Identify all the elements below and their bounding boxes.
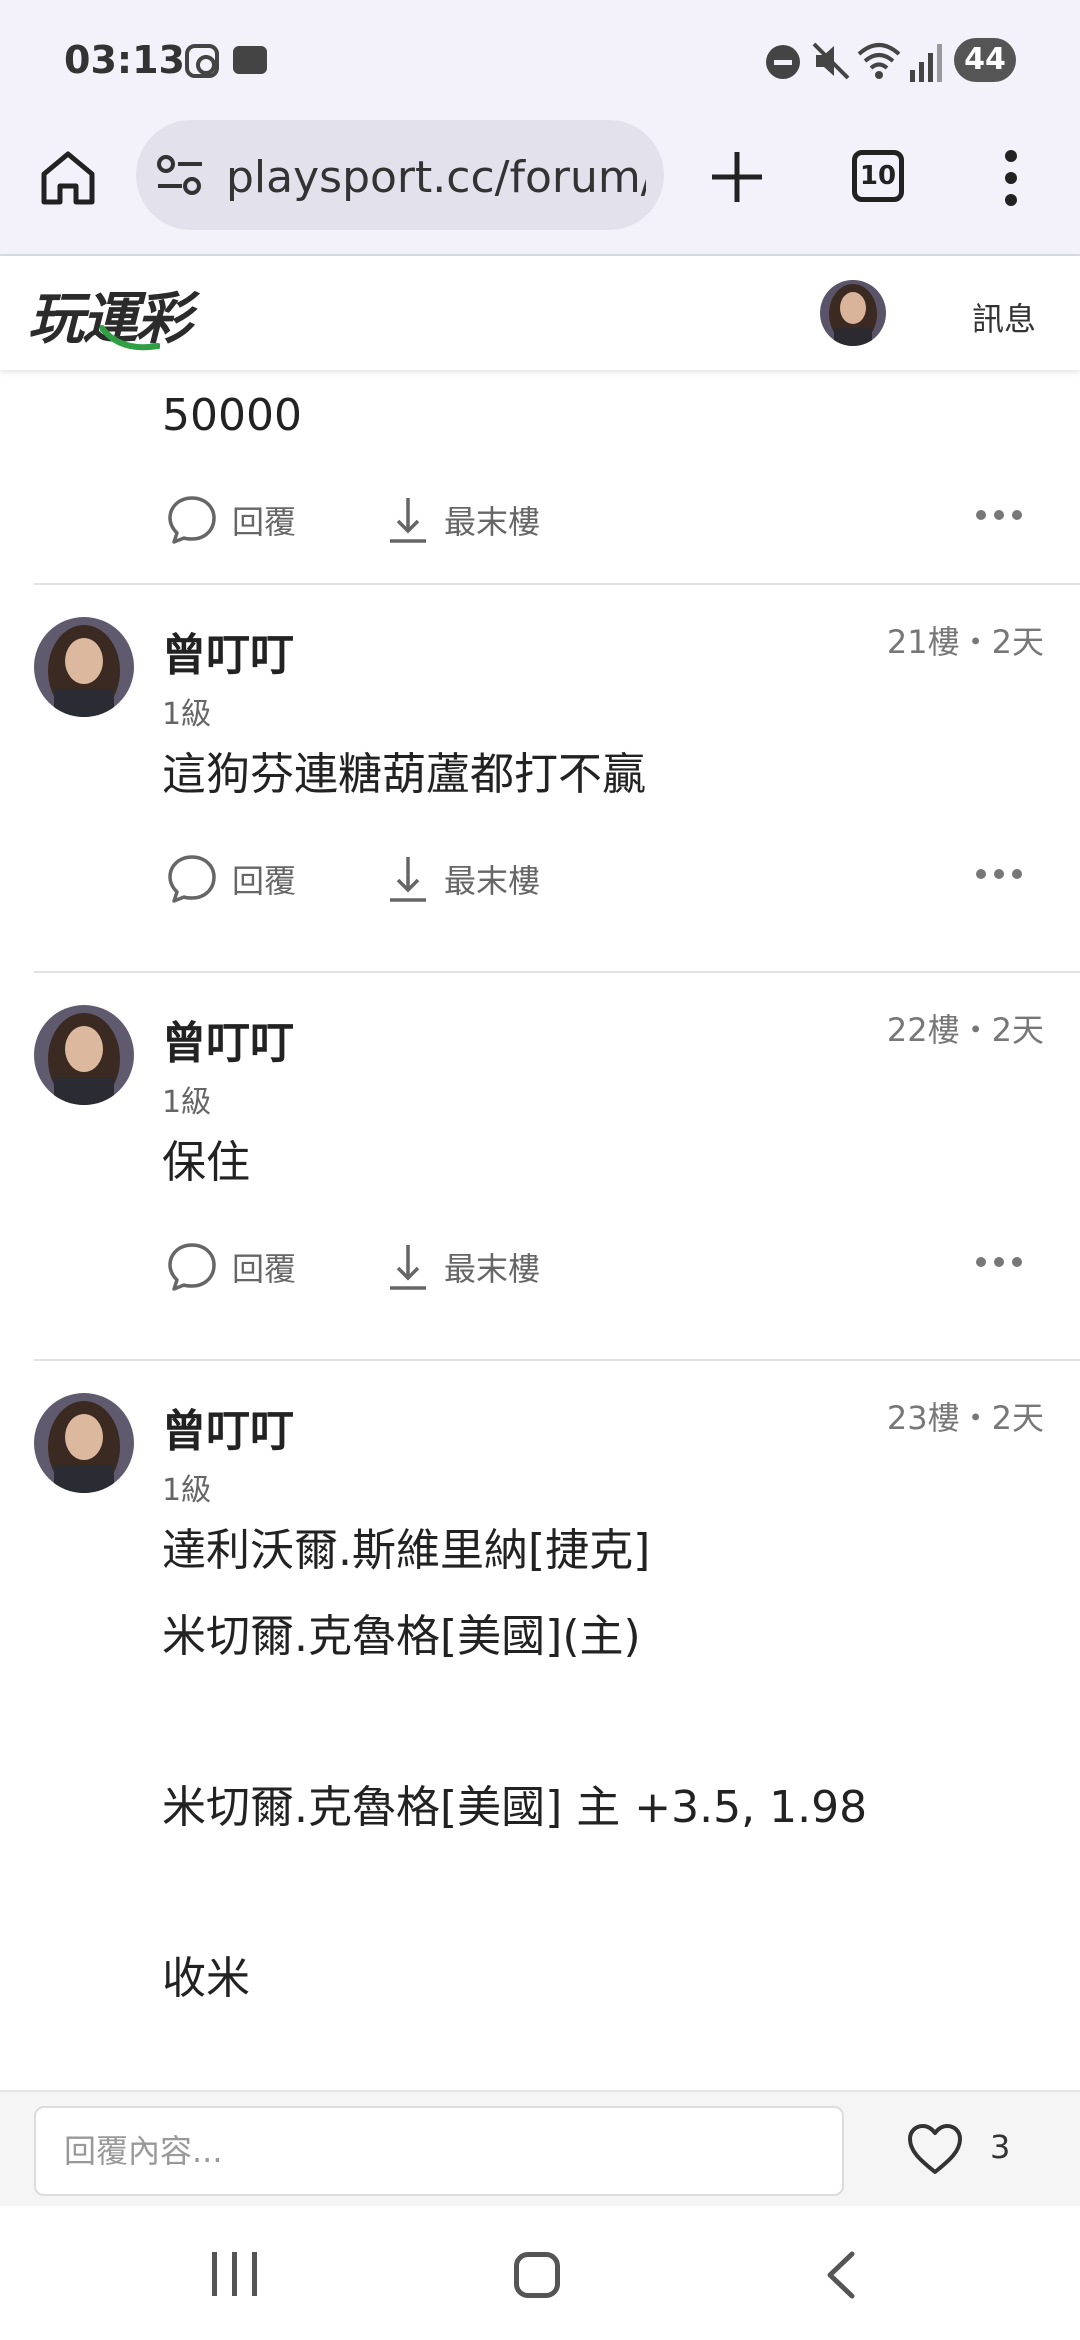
mute-icon: [812, 42, 850, 80]
user-level: 1級: [162, 697, 212, 732]
comment-icon: [168, 496, 216, 544]
address-bar[interactable]: playsport.cc/forum/p: [136, 120, 664, 230]
post-text: 50000: [162, 390, 302, 441]
username[interactable]: 曾叮叮: [162, 619, 294, 683]
last-floor-button[interactable]: 最末樓: [386, 1239, 540, 1295]
avatar[interactable]: [34, 617, 134, 717]
signal-icon: [910, 44, 942, 82]
last-floor-button[interactable]: 最末樓: [386, 492, 540, 548]
post-meta: 21樓・2天: [886, 623, 1044, 661]
messages-link[interactable]: 訊息: [972, 294, 1036, 340]
avatar[interactable]: [34, 1005, 134, 1105]
post-text-line: 米切爾.克魯格[美國] 主 +3.5, 1.98: [162, 1782, 868, 1833]
reply-label: 回覆: [232, 503, 297, 541]
status-bar: 03:13 44: [0, 0, 1080, 120]
username[interactable]: 曾叮叮: [162, 1007, 294, 1071]
tab-switcher-button[interactable]: 10: [852, 150, 904, 202]
more-horiz-icon[interactable]: [976, 865, 1022, 885]
battery-icon: 44: [954, 38, 1016, 82]
avatar[interactable]: [820, 280, 886, 346]
post-actions: 回覆 最末樓: [166, 492, 1046, 548]
post: 曾叮叮 1級 23樓・2天 達利沃爾.斯維里納[捷克] 米切爾.克魯格[美國](…: [0, 1361, 1080, 2090]
last-floor-label: 最末樓: [444, 503, 541, 541]
logo-swoosh-icon: [100, 325, 160, 351]
site-settings-icon[interactable]: [156, 154, 204, 196]
more-horiz-icon[interactable]: [976, 1253, 1022, 1273]
comment-icon: [168, 1243, 216, 1291]
post: 50000 回覆 最末樓: [0, 370, 1080, 588]
wifi-icon: [857, 43, 901, 79]
download-icon: [390, 1245, 426, 1290]
reply-label: 回覆: [232, 1250, 297, 1288]
post-text: 保住: [162, 1137, 250, 1188]
browser-toolbar: playsport.cc/forum/p 10: [0, 120, 1080, 256]
post-meta: 22樓・2天: [886, 1011, 1044, 1049]
reply-bar: 回覆內容... 3: [0, 2090, 1080, 2206]
like-count: 3: [990, 2128, 1011, 2166]
home-icon[interactable]: [36, 146, 100, 210]
user-level: 1級: [162, 1085, 212, 1120]
recents-icon[interactable]: [212, 2252, 258, 2296]
message-icon: [233, 46, 267, 74]
reply-button[interactable]: 回覆: [166, 492, 296, 548]
avatar[interactable]: [34, 1393, 134, 1493]
post-text-line: 達利沃爾.斯維里納[捷克]: [162, 1525, 651, 1576]
post-actions: 回覆 最末樓: [166, 851, 1046, 907]
post-text-line: 米切爾.克魯格[美國](主): [162, 1611, 641, 1662]
download-icon: [390, 857, 426, 902]
post-meta: 23樓・2天: [886, 1399, 1044, 1437]
reply-input[interactable]: 回覆內容...: [34, 2106, 844, 2196]
reply-button[interactable]: 回覆: [166, 851, 296, 907]
user-level: 1級: [162, 1473, 212, 1508]
home-nav-icon[interactable]: [514, 2252, 560, 2298]
post-actions: 回覆 最末樓: [166, 1239, 1046, 1295]
last-floor-label: 最末樓: [444, 862, 541, 900]
back-icon[interactable]: [820, 2250, 860, 2300]
post-text: 這狗芬連糖葫蘆都打不贏: [162, 749, 646, 800]
thread-content: 50000 回覆 最末樓 曾叮叮 1級 21樓・2天 這狗芬連糖葫蘆都打不贏 回…: [0, 370, 1080, 2090]
last-floor-label: 最末樓: [444, 1250, 541, 1288]
post-text-line: 收米: [162, 1953, 250, 2004]
dnd-icon: [766, 45, 800, 79]
system-nav-bar: [0, 2206, 1080, 2340]
username[interactable]: 曾叮叮: [162, 1395, 294, 1459]
status-time: 03:13: [64, 38, 185, 82]
download-icon: [390, 498, 426, 543]
comment-icon: [168, 855, 216, 903]
url-text[interactable]: playsport.cc/forum/p: [226, 152, 646, 203]
heart-icon[interactable]: [906, 2122, 964, 2176]
post: 曾叮叮 1級 22樓・2天 保住 回覆 最末樓: [0, 973, 1080, 1361]
more-vert-icon[interactable]: [994, 146, 1030, 210]
post: 曾叮叮 1級 21樓・2天 這狗芬連糖葫蘆都打不贏 回覆 最末樓: [0, 585, 1080, 973]
reply-button[interactable]: 回覆: [166, 1239, 296, 1295]
site-header: 玩運彩 訊息: [0, 256, 1080, 370]
instagram-icon: [185, 44, 219, 78]
reply-label: 回覆: [232, 862, 297, 900]
more-horiz-icon[interactable]: [976, 506, 1022, 526]
plus-icon[interactable]: [706, 146, 768, 208]
last-floor-button[interactable]: 最末樓: [386, 851, 540, 907]
